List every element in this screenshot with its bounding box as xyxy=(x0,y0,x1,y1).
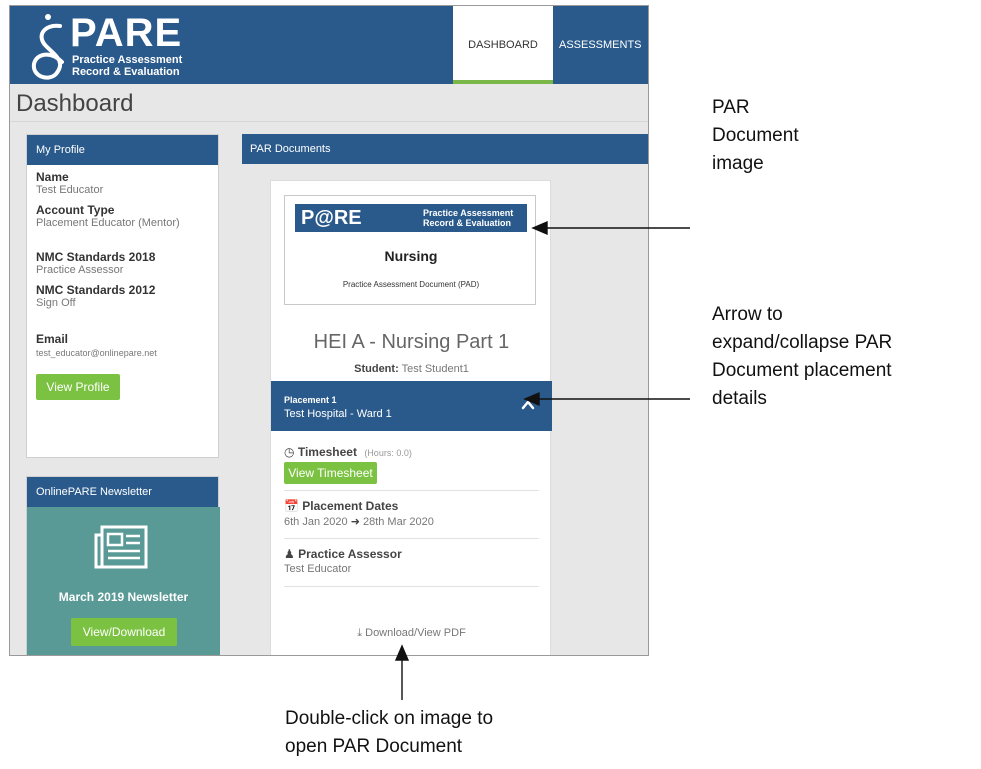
timesheet-hours: (Hours: 0.0) xyxy=(364,448,412,458)
practice-assessor-name: Test Educator xyxy=(284,563,352,575)
newspaper-icon xyxy=(94,525,148,569)
annotation-expand-collapse: Arrow to expand/collapse PAR Document pl… xyxy=(712,301,892,413)
profile-nmc2012-value: Sign Off xyxy=(36,297,76,309)
logo-tagline-line1: Practice Assessment xyxy=(72,54,183,66)
placement-end-date: 28th Mar 2020 xyxy=(362,516,434,528)
timesheet-row: ◷ Timesheet (Hours: 0.0) View Timesheet xyxy=(284,445,539,491)
screenshot-frame: PARE Practice Assessment Record & Evalua… xyxy=(9,5,649,656)
placement-dates-value: 6th Jan 2020 ➜ 28th Mar 2020 xyxy=(284,515,434,528)
download-pdf-label: Download/View PDF xyxy=(365,627,466,639)
placement-start-date: 6th Jan 2020 xyxy=(284,516,348,528)
newsletter-title: March 2019 Newsletter xyxy=(58,590,189,604)
annotation-arrow-line2: expand/collapse PAR xyxy=(712,332,893,353)
arrow-right-icon: ➜ xyxy=(350,516,360,528)
my-profile-header: My Profile xyxy=(27,135,218,165)
profile-nmc2012-label: NMC Standards 2012 xyxy=(36,283,156,297)
annotation-dblclick-line2: open PAR Document xyxy=(285,736,463,757)
student-label: Student: xyxy=(354,363,399,375)
nav-tab-dashboard[interactable]: DASHBOARD xyxy=(453,6,553,84)
placement-dates-title-line: 📅 Placement Dates xyxy=(284,499,398,513)
annotation-arrow-line3: Document placement xyxy=(712,360,892,381)
chevron-up-icon[interactable] xyxy=(521,399,535,411)
student-name: Test Student1 xyxy=(401,363,469,375)
timesheet-title: Timesheet xyxy=(297,445,357,459)
placement-label: Placement 1 xyxy=(284,395,337,405)
newsletter-body: March 2019 Newsletter View/Download xyxy=(27,507,220,655)
download-icon: ⤓ xyxy=(357,627,363,639)
top-navigation-bar: PARE Practice Assessment Record & Evalua… xyxy=(10,6,648,84)
profile-name-value: Test Educator xyxy=(36,184,104,196)
document-subject: Nursing xyxy=(384,248,438,264)
my-profile-card: My Profile Name Test Educator Account Ty… xyxy=(26,134,219,319)
user-icon: ♟ xyxy=(284,547,295,561)
profile-email-label: Email xyxy=(36,332,69,346)
newsletter-card: OnlinePARE Newsletter March 2019 Newslet… xyxy=(26,476,220,655)
document-logo-banner: P@RE Practice Assessment Record & Evalua… xyxy=(295,204,527,232)
timesheet-title-line: ◷ Timesheet (Hours: 0.0) xyxy=(284,445,412,459)
calendar-icon: 📅 xyxy=(284,499,299,513)
my-profile-card-lower: Email test_educator@onlinepare.net View … xyxy=(26,318,219,458)
document-logo-wordmark: P@RE xyxy=(301,207,362,229)
profile-account-type-value: Placement Educator (Mentor) xyxy=(36,217,180,229)
title-divider xyxy=(10,121,648,122)
document-logo-tagline-line1: Practice Assessment xyxy=(423,208,514,218)
page-title: Dashboard xyxy=(16,90,134,117)
newsletter-header: OnlinePARE Newsletter xyxy=(27,477,218,507)
practice-assessor-title-line: ♟ Practice Assessor xyxy=(284,547,402,561)
practice-assessor-title: Practice Assessor xyxy=(298,547,402,561)
logo-bar: PARE Practice Assessment Record & Evalua… xyxy=(10,6,453,84)
profile-nmc2018-value: Practice Assessor xyxy=(36,264,124,276)
par-documents-panel: PAR Documents P@RE Practice Assessment R… xyxy=(242,134,648,655)
placement-name: Test Hospital - Ward 1 xyxy=(284,408,392,420)
nav-tab-assessments[interactable]: ASSESSMENTS xyxy=(553,6,648,84)
par-documents-header: PAR Documents xyxy=(242,134,648,164)
practice-assessor-row: ♟ Practice Assessor Test Educator xyxy=(284,547,539,587)
annotation-par-image-line1: PAR xyxy=(712,97,750,118)
placement-header[interactable]: Placement 1 Test Hospital - Ward 1 xyxy=(271,381,552,431)
profile-email-value: test_educator@onlinepare.net xyxy=(36,348,157,358)
newsletter-download-button[interactable]: View/Download xyxy=(71,618,177,646)
download-pdf-link[interactable]: ⤓ Download/View PDF xyxy=(271,627,552,640)
annotation-double-click: Double-click on image to open PAR Docume… xyxy=(285,705,493,761)
profile-nmc2018-label: NMC Standards 2018 xyxy=(36,250,156,264)
par-document-title: HEI A - Nursing Part 1 xyxy=(313,331,510,353)
annotation-par-document-image: PAR Document image xyxy=(712,94,799,178)
document-type-name: Practice Assessment Document (PAD) xyxy=(342,280,480,289)
pare-logo-icon xyxy=(31,14,64,80)
placement-dates-row: 📅 Placement Dates 6th Jan 2020 ➜ 28th Ma… xyxy=(284,499,539,539)
profile-account-type-label: Account Type xyxy=(36,203,115,217)
view-profile-button[interactable]: View Profile xyxy=(36,374,120,400)
student-line: Student: Test Student1 xyxy=(271,363,552,375)
placement-dates-title: Placement Dates xyxy=(302,499,399,513)
annotation-arrow-line4: details xyxy=(712,388,767,409)
annotation-par-image-line2: Document xyxy=(712,125,799,146)
par-document-card: P@RE Practice Assessment Record & Evalua… xyxy=(270,180,552,655)
view-timesheet-button[interactable]: View Timesheet xyxy=(284,462,377,484)
annotation-par-image-line3: image xyxy=(712,153,764,174)
annotation-dblclick-line1: Double-click on image to xyxy=(285,708,494,729)
clock-icon: ◷ xyxy=(284,445,295,459)
logo-tagline-line2: Record & Evaluation xyxy=(72,66,180,78)
logo-wordmark: PARE xyxy=(70,11,183,55)
document-logo-tagline-line2: Record & Evaluation xyxy=(423,218,512,228)
profile-name-label: Name xyxy=(36,170,69,184)
par-document-image[interactable]: P@RE Practice Assessment Record & Evalua… xyxy=(284,195,536,305)
annotation-arrow-line1: Arrow to xyxy=(712,304,783,325)
